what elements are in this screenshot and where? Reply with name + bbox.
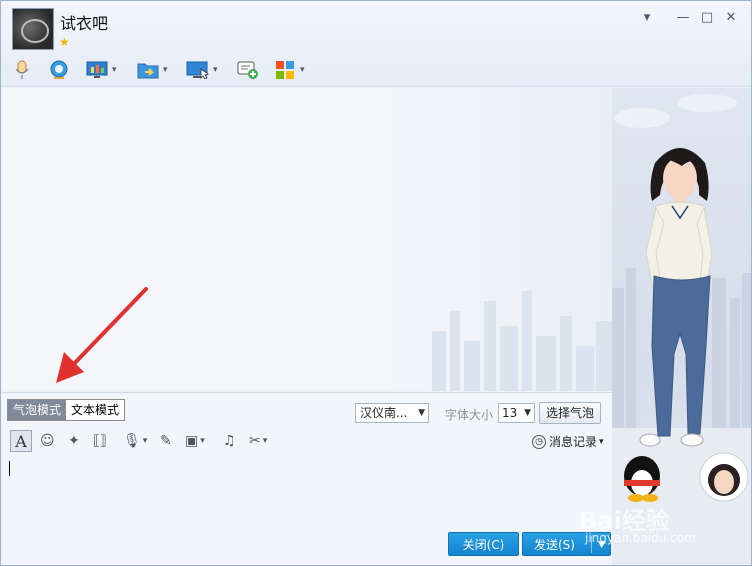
font-family-select[interactable]: 汉仪南... ▼: [355, 403, 429, 423]
avatar-figure: [612, 94, 751, 565]
mode-switch: 气泡模式 文本模式: [7, 399, 126, 421]
screenshot-button[interactable]: ✂ ▾: [249, 431, 267, 451]
contact-name[interactable]: 试衣吧: [60, 10, 108, 34]
screen-share-icon: [85, 59, 109, 81]
graffiti-button[interactable]: ✎: [160, 431, 172, 451]
font-size-value: 13: [502, 406, 518, 420]
history-label: 消息记录: [549, 435, 598, 449]
font-style-button[interactable]: A: [10, 430, 32, 452]
city-skyline-decoration: [432, 291, 612, 391]
microphone-small-icon: 🎙: [123, 433, 141, 449]
text-cursor[interactable]: [9, 461, 10, 476]
chevron-down-icon[interactable]: ▾: [213, 65, 218, 75]
image-icon: ▣: [185, 433, 199, 449]
emoji-button[interactable]: ☺: [40, 431, 55, 451]
send-image-button[interactable]: ▣ ▾: [185, 431, 205, 451]
magic-wand-icon: ✦: [68, 433, 80, 449]
window-shake-button[interactable]: ⟦⟧: [93, 431, 107, 451]
remote-desktop-icon: [186, 59, 210, 81]
maximize-button[interactable]: □: [698, 10, 716, 25]
font-a-icon: A: [15, 431, 27, 451]
chat-add-icon: [236, 59, 260, 81]
magic-expression-button[interactable]: ✦: [68, 431, 80, 451]
font-family-value: 汉仪南...: [360, 406, 408, 420]
chat-window: 试衣吧 ★ ▾ — □ ✕ ▾ ▾ ▾ ▾ 气泡模式 文本模式 汉仪南... ▼…: [0, 0, 752, 566]
send-label: 发送(S): [534, 538, 575, 552]
chevron-down-icon: ▾: [599, 436, 604, 447]
screen-share-button[interactable]: ▾: [85, 58, 117, 82]
bubble-mode-tab[interactable]: 气泡模式: [8, 400, 67, 420]
voice-call-button[interactable]: [10, 58, 34, 82]
close-window-button[interactable]: ✕: [722, 10, 740, 25]
video-call-button[interactable]: [47, 58, 71, 82]
webcam-icon: [47, 59, 71, 81]
chevron-down-icon[interactable]: ▾: [263, 436, 268, 446]
chevron-down-icon: ▼: [418, 408, 425, 418]
chevron-down-icon[interactable]: ▾: [143, 436, 148, 446]
apps-grid-icon: [273, 59, 297, 81]
edit-icon: ✎: [160, 433, 172, 449]
message-input-zone: 气泡模式 文本模式 汉仪南... ▼ 字体大小 13 ▼ 选择气泡 A ☺ ✦ …: [2, 392, 612, 565]
avatar-show-panel: [612, 88, 751, 565]
chevron-down-icon: ▼: [524, 408, 531, 418]
dropdown-menu-icon[interactable]: ▾: [638, 10, 656, 25]
shake-icon: ⟦⟧: [93, 433, 107, 449]
minimize-button[interactable]: —: [674, 10, 692, 25]
remote-desktop-button[interactable]: ▾: [186, 58, 218, 82]
vip-star-icon: ★: [59, 35, 70, 49]
clock-icon: ◷: [532, 434, 546, 449]
smiley-icon: ☺: [40, 433, 55, 449]
chevron-down-icon[interactable]: ▾: [200, 436, 205, 446]
font-size-select[interactable]: 13 ▼: [498, 403, 535, 423]
contact-avatar[interactable]: [12, 8, 54, 50]
close-button[interactable]: 关闭(C): [448, 532, 519, 556]
voice-message-button[interactable]: 🎙 ▾: [123, 431, 147, 451]
microphone-icon: [10, 59, 34, 81]
message-history[interactable]: [2, 88, 612, 391]
folder-send-icon: [136, 59, 160, 81]
chevron-down-icon[interactable]: ▾: [112, 65, 117, 75]
message-history-button[interactable]: ◷ 消息记录 ▾: [532, 433, 604, 450]
music-button[interactable]: ♫: [223, 431, 236, 451]
font-size-label: 字体大小: [445, 408, 494, 422]
music-note-icon: ♫: [223, 433, 236, 449]
chevron-down-icon[interactable]: ▾: [300, 65, 305, 75]
baidu-watermark-url: jingyan.baidu.com: [585, 531, 696, 545]
create-discussion-button[interactable]: [236, 58, 260, 82]
apps-button[interactable]: ▾: [273, 58, 305, 82]
scissors-icon: ✂: [249, 433, 261, 449]
chevron-down-icon[interactable]: ▾: [163, 65, 168, 75]
text-mode-tab[interactable]: 文本模式: [66, 400, 125, 420]
choose-bubble-button[interactable]: 选择气泡: [539, 402, 601, 424]
chat-header: 试衣吧 ★ ▾ — □ ✕ ▾ ▾ ▾ ▾: [1, 1, 751, 87]
file-transfer-button[interactable]: ▾: [136, 58, 168, 82]
